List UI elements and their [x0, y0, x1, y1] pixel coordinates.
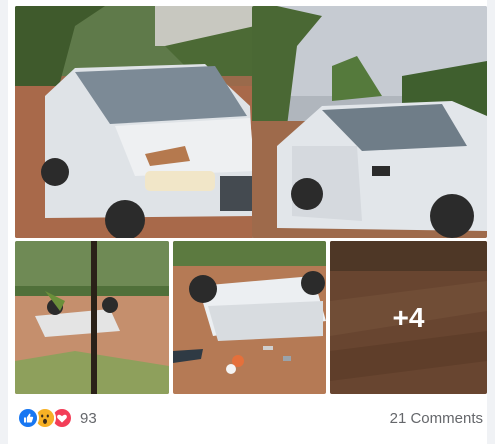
more-photos-overlay[interactable]: +4	[330, 241, 487, 394]
ute-front-image	[15, 6, 255, 238]
post-photo-5-more[interactable]: +4	[330, 241, 487, 394]
more-photos-count: +4	[392, 301, 425, 333]
post-photo-1[interactable]	[15, 6, 255, 238]
post-photo-4[interactable]	[173, 241, 326, 394]
like-icon	[17, 407, 39, 429]
upturned-vehicle-trees-image	[15, 241, 169, 394]
post-card: +4 93 21 Comments	[8, 0, 487, 444]
ute-side-image	[252, 6, 487, 238]
post-photo-2[interactable]	[252, 6, 487, 238]
reaction-count: 93	[80, 409, 97, 427]
post-photo-3[interactable]	[15, 241, 169, 394]
comments-count-link[interactable]: 21 Comments	[390, 410, 483, 427]
rolled-vehicle-debris-image	[173, 241, 326, 394]
reactions-summary[interactable]: 93	[17, 407, 97, 429]
post-footer: 93 21 Comments	[8, 400, 487, 436]
